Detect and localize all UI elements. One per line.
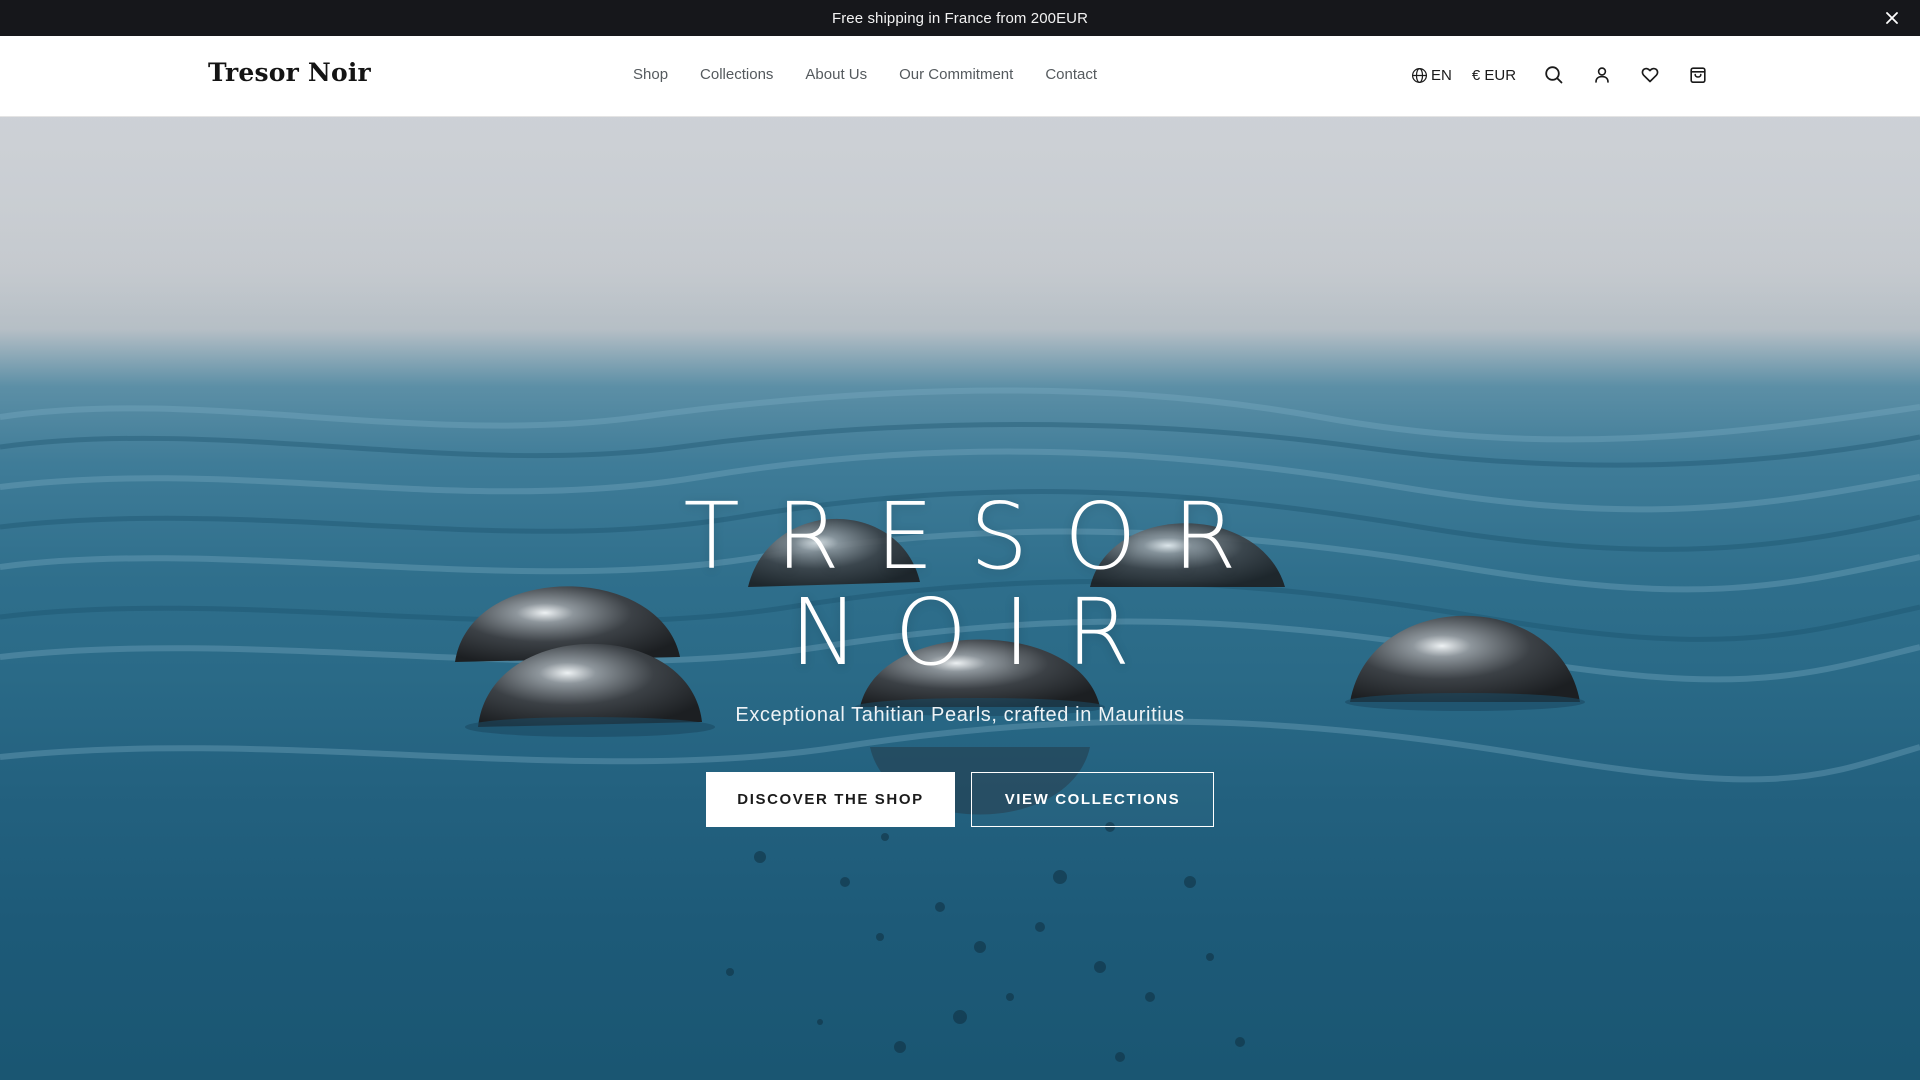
hero-content: TRESOR NOIR Exceptional Tahitian Pearls,…: [0, 117, 1920, 1080]
nav-item-collections[interactable]: Collections: [700, 66, 773, 83]
main-nav: Shop Collections About Us Our Commitment…: [633, 66, 1097, 83]
announcement-bar: Free shipping in France from 200EUR: [0, 0, 1920, 36]
announcement-text: Free shipping in France from 200EUR: [831, 9, 1089, 27]
site-header: Tresor Noir Shop Collections About Us Ou…: [0, 36, 1920, 117]
site-logo[interactable]: Tresor Noir: [208, 58, 371, 87]
nav-item-our-commitment[interactable]: Our Commitment: [899, 66, 1013, 83]
heart-icon[interactable]: [1638, 63, 1662, 87]
nav-item-contact[interactable]: Contact: [1045, 66, 1097, 83]
hero-section: TRESOR NOIR Exceptional Tahitian Pearls,…: [0, 117, 1920, 1080]
header-utilities: EN € EUR: [1411, 63, 1710, 87]
user-icon[interactable]: [1590, 63, 1614, 87]
close-icon[interactable]: [1882, 8, 1902, 28]
language-selector[interactable]: EN: [1411, 67, 1452, 84]
shopping-bag-icon[interactable]: [1686, 63, 1710, 87]
hero-subtitle: Exceptional Tahitian Pearls, crafted in …: [735, 704, 1185, 726]
hero-title-line-2: NOIR: [789, 579, 1167, 686]
currency-selector[interactable]: € EUR: [1472, 67, 1516, 84]
discover-shop-button[interactable]: DISCOVER THE SHOP: [706, 772, 955, 827]
nav-item-shop[interactable]: Shop: [633, 66, 668, 83]
language-label: EN: [1431, 66, 1452, 84]
globe-icon: [1411, 67, 1428, 84]
hero-title-line-1: TRESOR: [683, 483, 1273, 590]
search-icon[interactable]: [1542, 63, 1566, 87]
nav-item-about-us[interactable]: About Us: [805, 66, 867, 83]
view-collections-button[interactable]: VIEW COLLECTIONS: [971, 772, 1214, 827]
